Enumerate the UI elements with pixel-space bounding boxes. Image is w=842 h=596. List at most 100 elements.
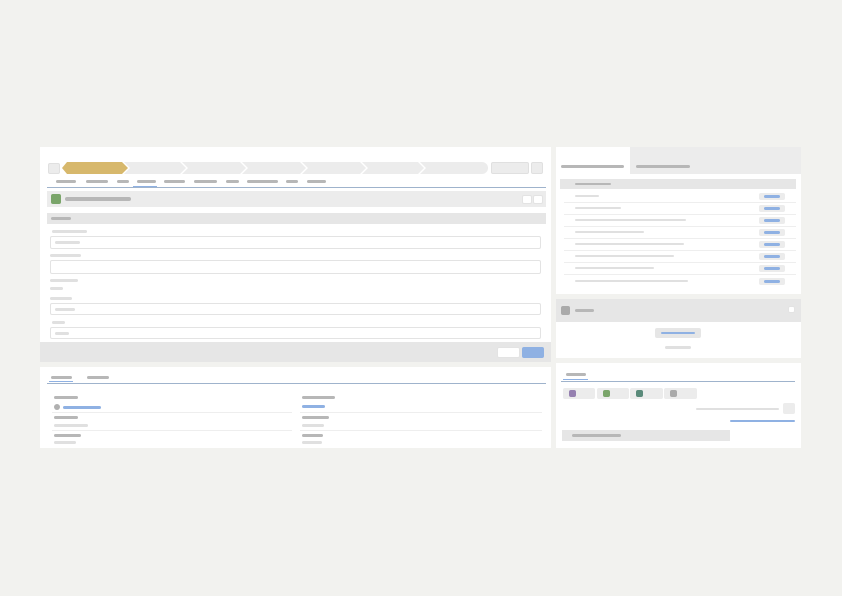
activity-panel <box>556 363 801 448</box>
related-row-4-action-label <box>764 231 780 234</box>
field-label-2 <box>50 254 81 257</box>
details-tab-2[interactable] <box>87 376 109 379</box>
field-input-1[interactable] <box>50 236 541 249</box>
related-row-6-action[interactable] <box>759 253 785 260</box>
tab-5[interactable] <box>164 180 185 183</box>
tab-1[interactable] <box>56 180 76 183</box>
path-step-6[interactable] <box>362 162 424 174</box>
detail-label-2 <box>54 416 78 419</box>
activity-tab-1[interactable] <box>566 373 586 376</box>
related-row-4-name[interactable] <box>575 231 644 233</box>
related-row-5-name[interactable] <box>575 243 684 245</box>
detail-divider-4 <box>300 430 542 431</box>
field-input-2[interactable] <box>50 260 541 274</box>
activity-tabs-divider <box>561 381 795 382</box>
related-row-divider-2 <box>564 214 796 215</box>
related-row-6-name[interactable] <box>575 255 674 257</box>
empty-card-panel <box>556 299 801 358</box>
path-step-5[interactable] <box>302 162 366 174</box>
tab-4-active[interactable] <box>137 180 156 183</box>
activity-upcoming-section[interactable] <box>562 430 730 441</box>
related-tab-2-label[interactable] <box>636 165 690 168</box>
related-row-8-action-label <box>764 280 780 283</box>
related-row-3-name[interactable] <box>575 219 686 221</box>
owner-avatar <box>54 404 60 410</box>
field-input-4[interactable] <box>50 303 541 315</box>
activity-settings-button[interactable] <box>783 403 795 414</box>
related-row-8-name[interactable] <box>575 280 688 282</box>
related-row-divider-7 <box>564 274 796 275</box>
detail-link-4[interactable] <box>302 405 325 408</box>
related-tab-active[interactable] <box>556 147 630 174</box>
detail-value-3 <box>54 441 76 444</box>
detail-label-3 <box>54 434 81 437</box>
owner-link[interactable] <box>63 406 101 409</box>
path-collapse-button[interactable] <box>531 162 543 174</box>
tab-8[interactable] <box>247 180 278 183</box>
related-row-7-action[interactable] <box>759 265 785 272</box>
empty-card-header <box>556 299 801 322</box>
card-action-button-1[interactable] <box>522 195 532 204</box>
email-button[interactable] <box>664 388 697 399</box>
new-event-button[interactable] <box>630 388 663 399</box>
path-step-7[interactable] <box>420 162 488 174</box>
related-row-7-action-label <box>764 267 780 270</box>
related-row-1-action[interactable] <box>759 193 785 200</box>
related-row-1-name[interactable] <box>575 195 599 197</box>
tab-2[interactable] <box>86 180 108 183</box>
detail-divider-1 <box>52 412 292 413</box>
related-row-3-action[interactable] <box>759 217 785 224</box>
activity-refresh-link[interactable] <box>730 420 795 422</box>
field-input-5-value <box>55 332 69 335</box>
empty-card-link[interactable] <box>665 346 691 349</box>
record-icon <box>51 194 61 204</box>
related-row-4-action[interactable] <box>759 229 785 236</box>
tab-9[interactable] <box>286 180 298 183</box>
new-task-icon <box>603 390 610 397</box>
activity-tab-underline <box>563 379 588 380</box>
path-step-4[interactable] <box>242 162 306 174</box>
detail-divider-2 <box>52 430 292 431</box>
tab-7[interactable] <box>226 180 239 183</box>
details-tab-1[interactable] <box>51 376 72 379</box>
save-button[interactable] <box>522 347 544 358</box>
tabs-divider <box>47 187 546 188</box>
related-row-7-name[interactable] <box>575 267 654 269</box>
card-action-button-2[interactable] <box>533 195 543 204</box>
empty-card-action-button[interactable] <box>655 328 701 338</box>
section-header[interactable] <box>47 213 546 224</box>
path-step-2[interactable] <box>124 162 186 174</box>
related-row-1-action-label <box>764 195 780 198</box>
related-list-header <box>560 179 796 189</box>
detail-value-2 <box>54 424 88 427</box>
related-row-divider-1 <box>564 202 796 203</box>
detail-value-6 <box>302 441 322 444</box>
detail-divider-3 <box>300 412 542 413</box>
path-prev-button[interactable] <box>48 163 60 174</box>
related-tab-active-label <box>561 165 624 168</box>
field-label-4 <box>50 297 72 300</box>
record-panel <box>40 147 551 362</box>
mark-status-button[interactable] <box>491 162 529 174</box>
related-row-5-action[interactable] <box>759 241 785 248</box>
tab-3[interactable] <box>117 180 129 183</box>
empty-card-menu-button[interactable] <box>788 306 795 313</box>
path-step-1[interactable] <box>62 162 128 174</box>
section-title <box>51 217 71 220</box>
related-row-2-action[interactable] <box>759 205 785 212</box>
cancel-button[interactable] <box>497 347 520 358</box>
related-row-2-name[interactable] <box>575 207 621 209</box>
tab-6[interactable] <box>194 180 217 183</box>
activity-filter-text <box>696 408 779 410</box>
related-row-divider-6 <box>564 262 796 263</box>
card-title <box>65 197 131 201</box>
tab-10[interactable] <box>307 180 326 183</box>
path-step-3[interactable] <box>182 162 246 174</box>
field-input-5[interactable] <box>50 327 541 339</box>
new-task-button[interactable] <box>597 388 629 399</box>
log-call-button[interactable] <box>563 388 595 399</box>
related-row-divider-3 <box>564 226 796 227</box>
related-row-8-action[interactable] <box>759 278 785 285</box>
related-row-5-action-label <box>764 243 780 246</box>
details-tab-underline <box>49 381 73 382</box>
